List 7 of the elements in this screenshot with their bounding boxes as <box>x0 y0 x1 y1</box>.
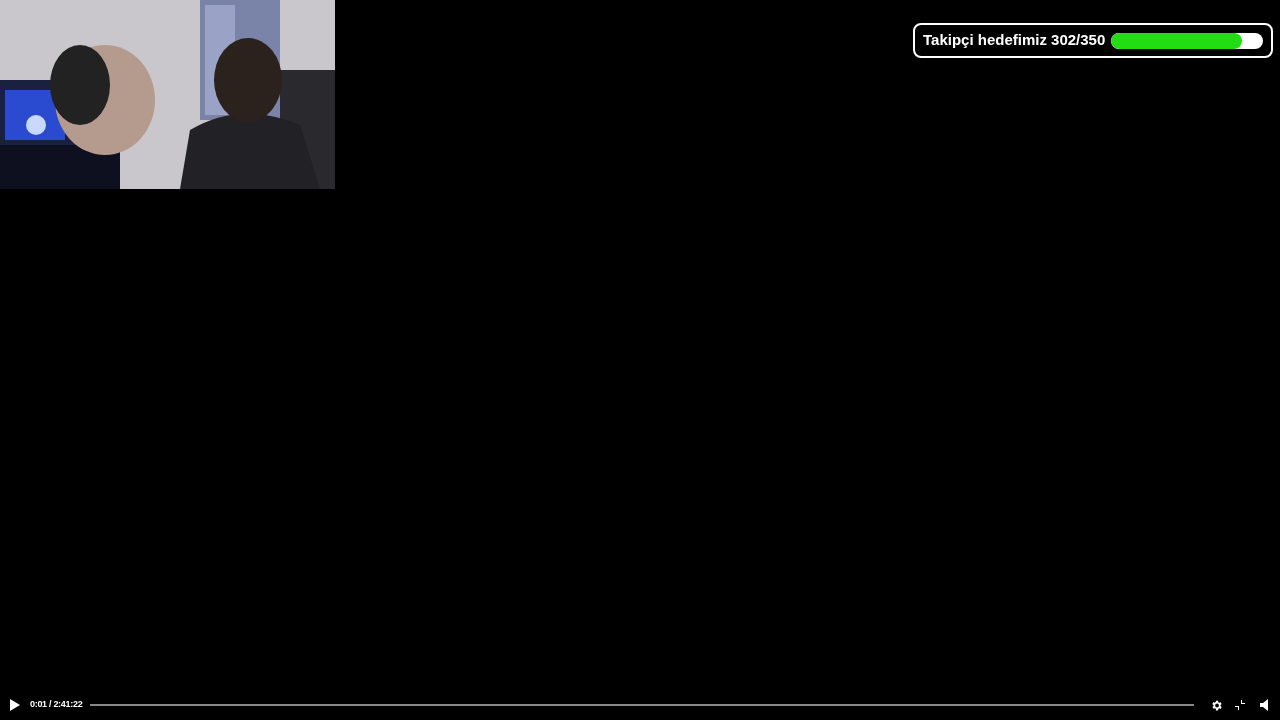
goal-label: Takipçi hedefimiz 302/350 <box>923 30 1106 51</box>
speaker-icon <box>1259 699 1269 711</box>
time-display: 0:01 / 2:41:22 <box>30 698 83 712</box>
play-icon <box>10 699 20 711</box>
exit-fullscreen-icon <box>1235 700 1245 710</box>
exit-fullscreen-button[interactable] <box>1232 697 1248 713</box>
play-button[interactable] <box>8 698 22 712</box>
